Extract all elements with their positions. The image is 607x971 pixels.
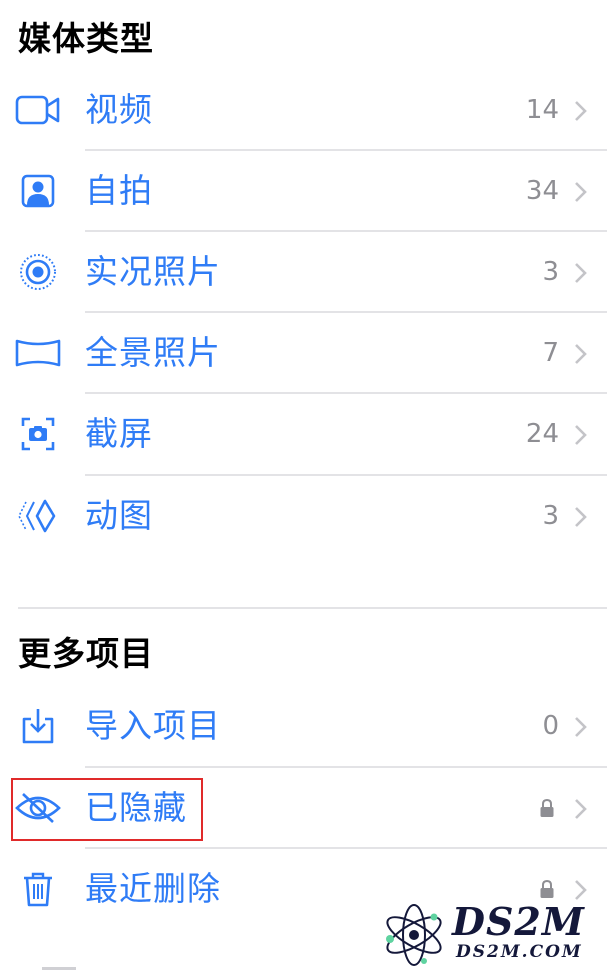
chevron-right-icon: [573, 181, 589, 203]
item-count: 14: [525, 95, 559, 125]
video-camera-icon: [12, 82, 64, 138]
animated-icon: [12, 488, 64, 544]
list-item-label: 全景照片: [85, 333, 221, 372]
atom-logo-icon: [386, 904, 442, 966]
list-item-animated[interactable]: 动图 3: [0, 476, 607, 556]
item-count: 24: [525, 419, 559, 449]
list-item-panoramas[interactable]: 全景照片 7: [0, 313, 607, 393]
chevron-right-icon: [573, 262, 589, 284]
lock-icon: [539, 798, 555, 818]
list-item-label: 动图: [85, 496, 153, 535]
item-count: 7: [542, 338, 559, 368]
watermark: DS2M DS2M.COM: [380, 895, 605, 971]
import-icon: [12, 698, 64, 754]
list-item-label: 最近删除: [85, 869, 221, 908]
list-item-screenshots[interactable]: 截屏 24: [0, 394, 607, 474]
highlight-box: [11, 778, 203, 841]
bottom-edge-fragment: [42, 967, 76, 970]
chevron-right-icon: [573, 798, 589, 820]
section-title-more-items: 更多项目: [18, 634, 154, 673]
chevron-right-icon: [573, 100, 589, 122]
list-item-label: 视频: [85, 90, 153, 129]
list-item-selfies[interactable]: 自拍 34: [0, 151, 607, 231]
list-item-label: 导入项目: [85, 706, 221, 745]
item-count: 34: [525, 176, 559, 206]
panorama-icon: [12, 325, 64, 381]
screenshot-icon: [12, 406, 64, 462]
list-item-imports[interactable]: 导入项目 0: [0, 686, 607, 766]
list-item-label: 实况照片: [85, 252, 221, 291]
section-title-media-types: 媒体类型: [18, 19, 154, 58]
list-item-label: 自拍: [85, 171, 153, 210]
list-item-label: 截屏: [85, 414, 153, 453]
item-count: 3: [542, 501, 559, 531]
chevron-right-icon: [573, 506, 589, 528]
portrait-icon: [12, 163, 64, 219]
chevron-right-icon: [573, 343, 589, 365]
chevron-right-icon: [573, 424, 589, 446]
watermark-logo-text: DS2M: [452, 899, 585, 944]
live-photo-icon: [12, 244, 64, 300]
item-count: 0: [542, 711, 559, 741]
chevron-right-icon: [573, 716, 589, 738]
list-item-videos[interactable]: 视频 14: [0, 70, 607, 150]
watermark-url: DS2M.COM: [456, 942, 583, 962]
trash-icon: [12, 861, 64, 917]
item-count: 3: [542, 257, 559, 287]
list-item-live-photos[interactable]: 实况照片 3: [0, 232, 607, 312]
section-divider: [18, 607, 607, 609]
